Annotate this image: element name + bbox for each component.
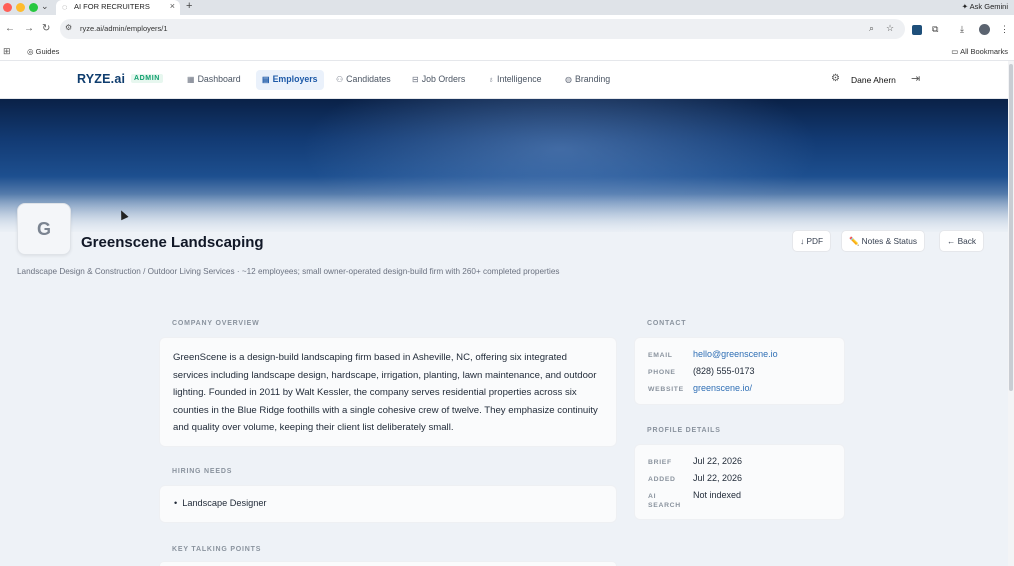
contact-card: EMAIL hello@greenscene.io PHONE (828) 55… (634, 337, 845, 405)
palette-icon: ◍ (565, 75, 572, 84)
added-row: ADDED Jul 22, 2026 (648, 473, 838, 489)
nav-employers-label: Employers (272, 74, 318, 84)
avatar-letter: G (36, 219, 51, 239)
website-key: WEBSITE (648, 386, 684, 393)
added-value: Jul 22, 2026 (693, 473, 743, 483)
ai-search-value: Not indexed (693, 490, 742, 500)
nav-job-orders-label: Job Orders (421, 74, 466, 84)
notes-status-button[interactable]: ✏️ Notes & Status (841, 230, 925, 252)
folder-icon: ▭ (951, 47, 961, 56)
nav-dashboard[interactable]: ▦ Dashboard (181, 70, 247, 90)
nav-candidates-label: Candidates (346, 74, 391, 84)
lightbulb-icon: ♁ (488, 75, 494, 84)
back-button[interactable]: ← Back (939, 230, 985, 252)
logout-icon[interactable]: ⇥ (911, 72, 920, 85)
contact-label: CONTACT (647, 320, 687, 327)
tab-search-chevron-icon[interactable]: ⌄ (41, 1, 49, 12)
profile-details-label: PROFILE DETAILS (647, 427, 721, 434)
tab-title: AI FOR RECRUITERS (74, 2, 150, 11)
app-header: RYZE.ai ADMIN ▦ Dashboard ▤ Employers ⚇ Can… (0, 61, 1008, 99)
bookmark-guides[interactable]: ◎ Guides (27, 47, 59, 56)
profile-banner (0, 99, 1008, 232)
nav-dashboard-label: Dashboard (197, 74, 241, 84)
nav-branding-label: Branding (574, 74, 611, 84)
nav-job-orders[interactable]: ⊟ Job Orders (406, 70, 471, 90)
maximize-window-button[interactable] (29, 3, 38, 12)
ask-gemini-label: Ask Gemini (969, 2, 1008, 11)
company-overview-text: GreenScene is a design-build landscaping… (173, 352, 598, 434)
globe-icon: ◌ (62, 2, 68, 12)
back-arrow-icon[interactable]: ← (5, 23, 15, 34)
phone-value: (828) 555-0173 (693, 366, 755, 376)
email-link[interactable]: hello@greenscene.io (693, 349, 778, 359)
hiring-needs-label: HIRING NEEDS (172, 468, 233, 475)
profile-avatar[interactable] (979, 24, 990, 35)
nav-candidates[interactable]: ⚇ Candidates (330, 70, 397, 90)
all-bookmarks[interactable]: ▭ All Bookmarks (951, 47, 1008, 56)
phone-key: PHONE (648, 369, 676, 376)
minimize-window-button[interactable] (16, 3, 25, 12)
pdf-button[interactable]: ↓ PDF (792, 230, 832, 252)
contact-phone-row: PHONE (828) 555-0173 (648, 366, 838, 382)
bookmarks-bar: ⊞ ◎ Guides ▭ All Bookmarks (0, 44, 1014, 61)
close-tab-icon[interactable]: × (170, 1, 175, 11)
grid-icon: ▦ (187, 75, 195, 84)
settings-gear-icon[interactable]: ⚙ (831, 73, 840, 84)
company-meta: Landscape Design & Construction / Outdoo… (17, 267, 560, 276)
nav-branding[interactable]: ◍ Branding (559, 70, 616, 90)
company-overview-card: GreenScene is a design-build landscaping… (159, 337, 617, 447)
contact-email-row: EMAIL hello@greenscene.io (648, 349, 838, 365)
brief-key: BRIEF (648, 459, 672, 466)
site-info-icon[interactable]: ⚙ (65, 23, 72, 32)
guides-icon: ◎ (27, 47, 36, 56)
hiring-needs-card: Landscape Designer (159, 485, 617, 523)
ask-gemini-button[interactable]: ✦ Ask Gemini (962, 2, 1008, 11)
brief-value: Jul 22, 2026 (693, 456, 743, 466)
forward-arrow-icon[interactable]: → (24, 23, 34, 34)
building-icon: ▤ (262, 75, 270, 84)
apps-grid-icon[interactable]: ⊞ (3, 46, 11, 57)
brand-logo[interactable]: RYZE.ai (77, 72, 125, 86)
address-bar[interactable]: ⚙ ryze.ai/admin/employers/1 ⌕ ☆ (60, 19, 905, 39)
email-key: EMAIL (648, 352, 673, 359)
nav-intelligence[interactable]: ♁ Intelligence (482, 70, 548, 90)
briefcase-icon: ⊟ (412, 75, 419, 84)
key-talking-points-card (159, 561, 617, 566)
reload-icon[interactable]: ↻ (42, 23, 50, 34)
company-name: Greenscene Landscaping (81, 234, 264, 251)
extension-icon[interactable] (912, 25, 922, 35)
website-link[interactable]: greenscene.io/ (693, 383, 752, 393)
close-window-button[interactable] (3, 3, 12, 12)
all-bookmarks-label: All Bookmarks (960, 47, 1008, 56)
added-key: ADDED (648, 476, 676, 483)
gemini-icon: ✦ (961, 2, 970, 11)
users-icon: ⚇ (336, 75, 344, 84)
download-icon[interactable]: ⤓ (960, 24, 964, 35)
browser-menu-icon[interactable]: ⋮ (1000, 24, 1009, 35)
company-overview-label: COMPANY OVERVIEW (172, 320, 260, 327)
nav-employers[interactable]: ▤ Employers (256, 70, 324, 90)
company-avatar: G (17, 203, 71, 255)
key-talking-points-label: KEY TALKING POINTS (172, 546, 262, 553)
bookmark-star-icon[interactable]: ☆ (886, 23, 894, 34)
nav-intelligence-label: Intelligence (497, 74, 542, 84)
profile-details-card: BRIEF Jul 22, 2026 ADDED Jul 22, 2026 AI… (634, 444, 845, 520)
scrollbar-thumb[interactable] (1009, 64, 1013, 391)
admin-badge: ADMIN (131, 74, 163, 83)
bookmark-guides-label: Guides (35, 47, 60, 56)
ai-search-row: AI SEARCH Not indexed (648, 490, 838, 512)
ai-search-key: AI SEARCH (648, 493, 681, 509)
list-item: Landscape Designer (174, 498, 266, 508)
banner-fade (0, 194, 1008, 232)
user-name: Dane Ahern (851, 75, 896, 85)
browser-tab-bar: ⌄ ◌ AI FOR RECRUITERS × + ✦ Ask Gemini (0, 0, 1014, 15)
contact-website-row: WEBSITE greenscene.io/ (648, 383, 838, 399)
brief-row: BRIEF Jul 22, 2026 (648, 456, 838, 472)
new-tab-button[interactable]: + (186, 0, 192, 12)
browser-toolbar: ← → ↻ ⚙ ryze.ai/admin/employers/1 ⌕ ☆ ⧉ … (0, 15, 1014, 44)
browser-tab[interactable]: ◌ AI FOR RECRUITERS × (56, 0, 180, 15)
url-text: ryze.ai/admin/employers/1 (80, 24, 168, 33)
zoom-icon[interactable]: ⌕ (869, 23, 874, 34)
extensions-puzzle-icon[interactable]: ⧉ (932, 24, 938, 35)
